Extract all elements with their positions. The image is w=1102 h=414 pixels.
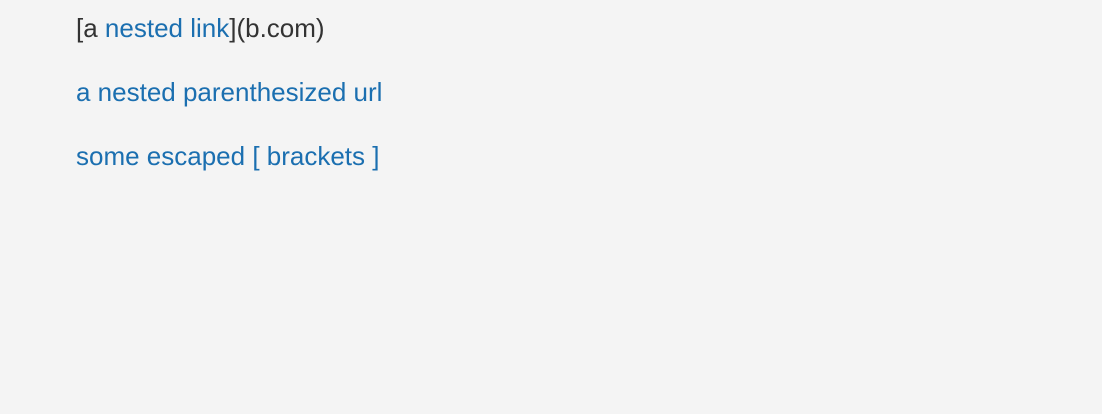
escaped-brackets-link[interactable]: some escaped [ brackets ] [76,141,379,171]
parenthesized-url-line: a nested parenthesized url [76,76,382,108]
nested-link-suffix: ](b.com) [229,13,325,43]
document-body: [a nested link](b.com) a nested parenthe… [76,12,382,204]
parenthesized-url-link[interactable]: a nested parenthesized url [76,77,382,107]
escaped-brackets-line: some escaped [ brackets ] [76,140,382,172]
nested-link[interactable]: nested link [105,13,229,43]
nested-link-line: [a nested link](b.com) [76,12,382,44]
nested-link-prefix: [a [76,13,105,43]
